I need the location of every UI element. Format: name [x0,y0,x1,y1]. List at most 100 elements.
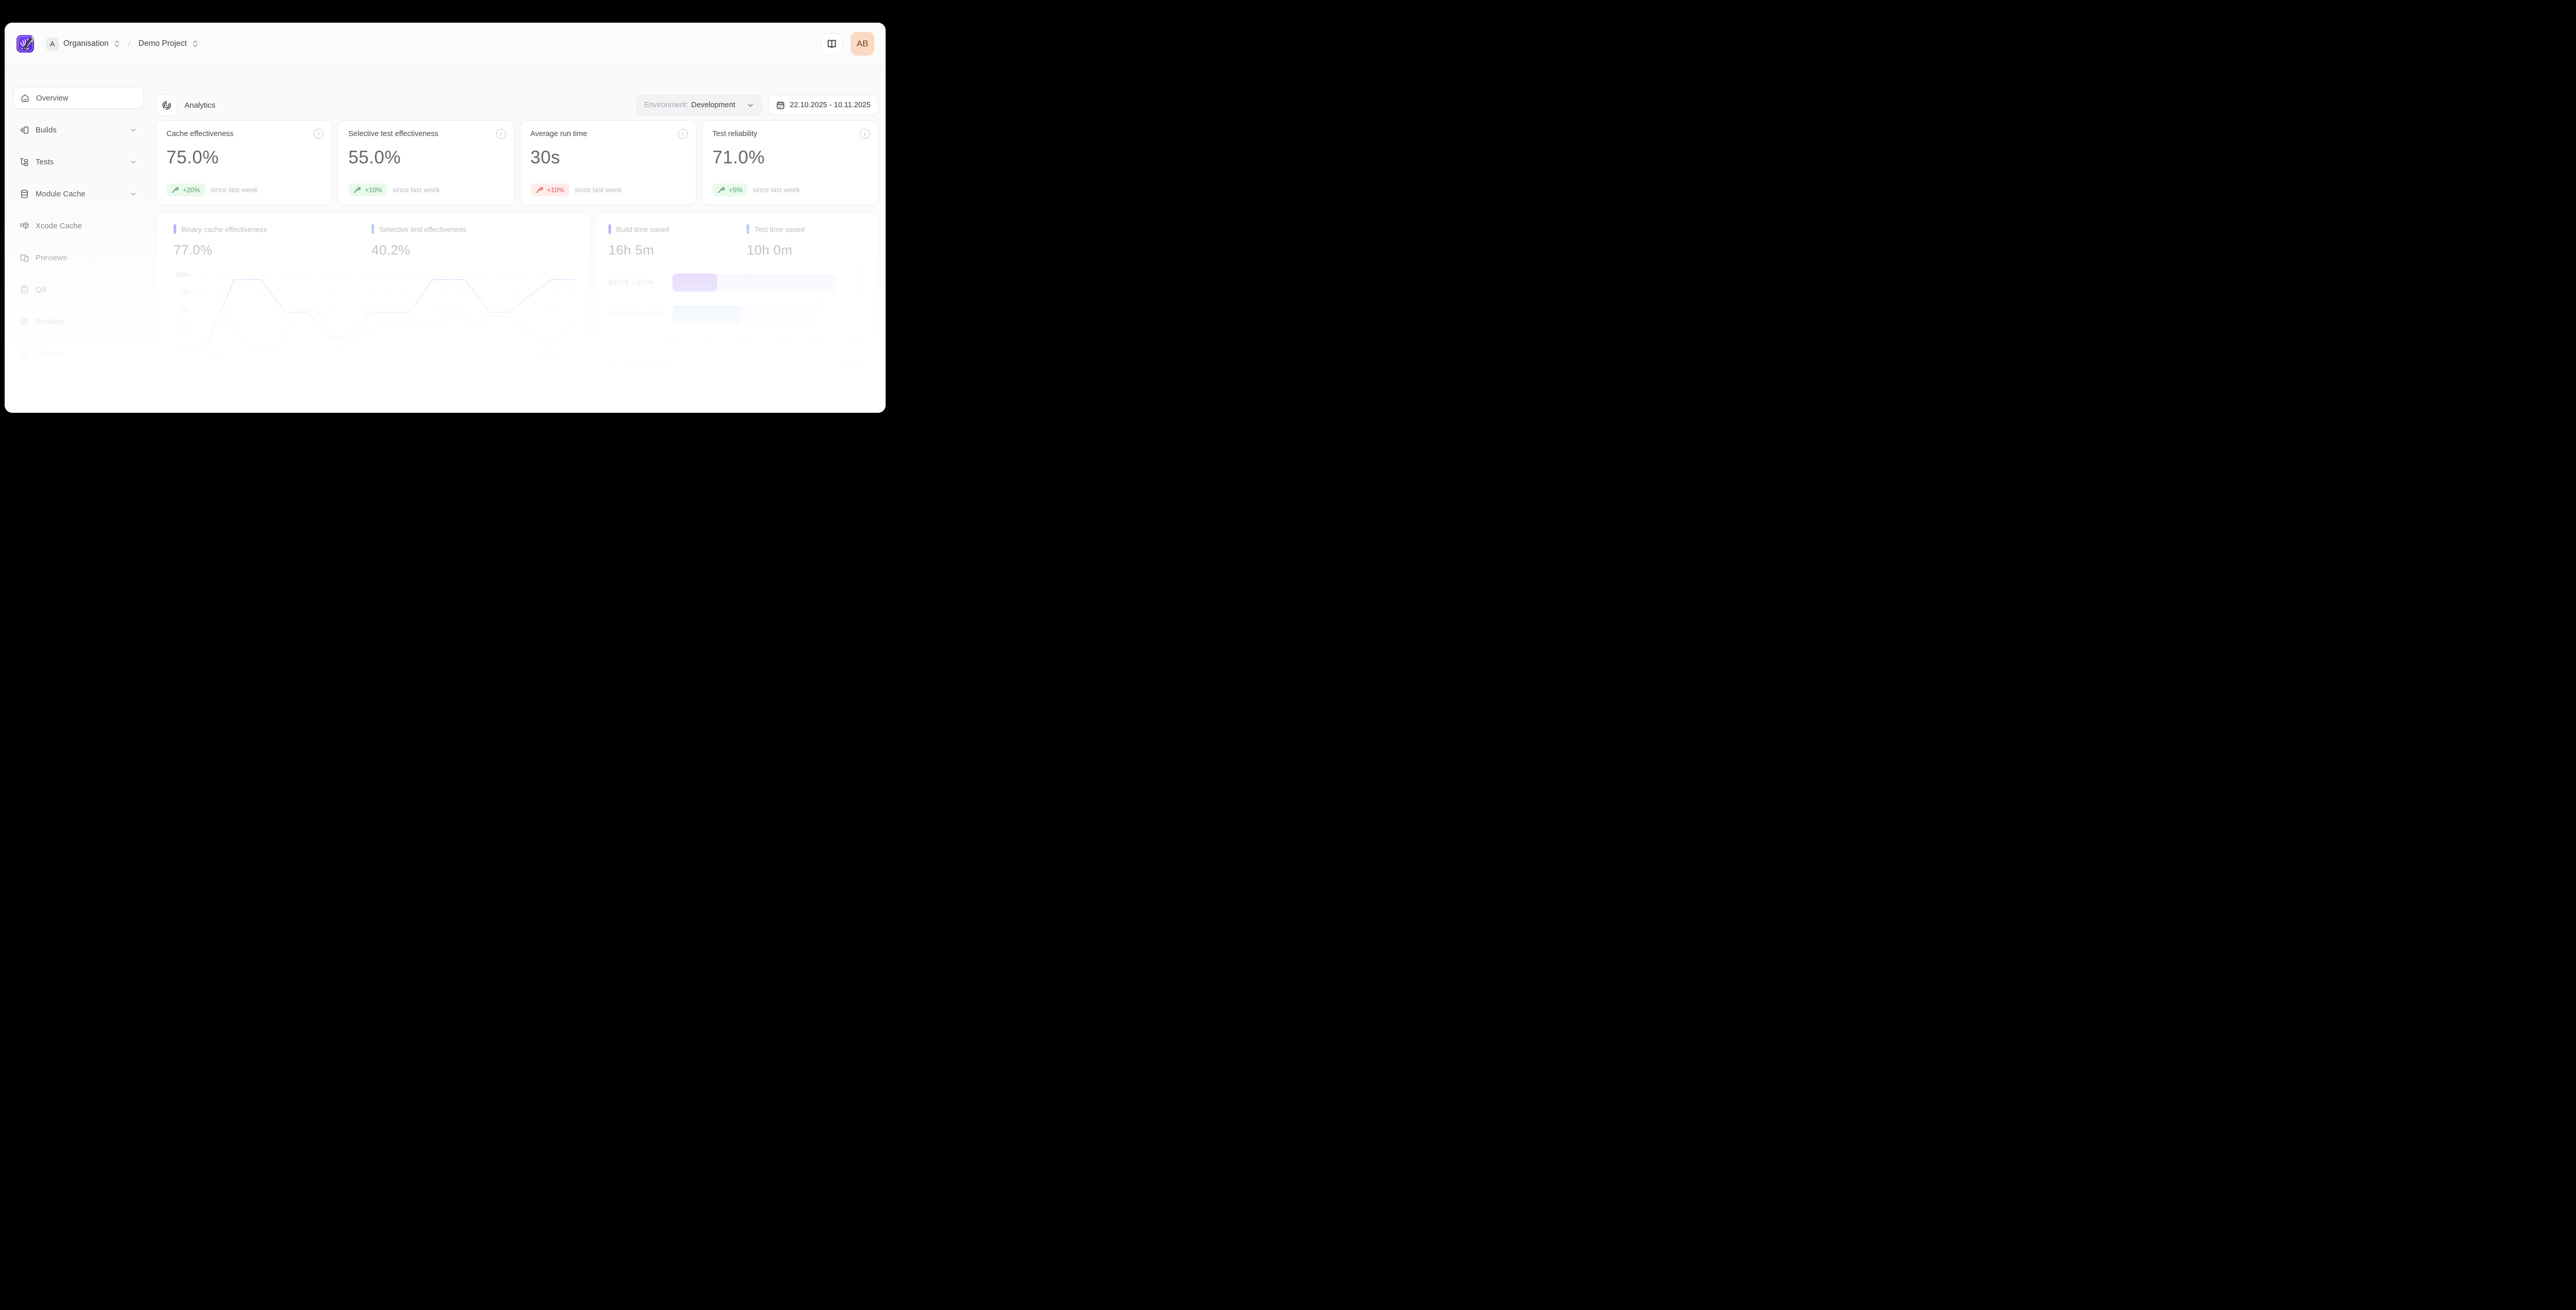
stat-title: Test reliability [713,130,868,138]
project-name: Demo Project [139,39,187,48]
date-range-picker[interactable]: 22.10.2025 - 10.11.2025 [768,95,878,115]
sidebar-item-label: QA [36,285,47,294]
environment-select[interactable]: Environment: Development [636,95,762,115]
stat-title: Average run time [531,130,686,138]
stat-card-test-reliability: Test reliability i 71.0% +5% since last … [702,120,878,205]
book-icon [826,39,837,49]
org-name: Organisation [63,39,109,48]
delta-badge: +10% [531,183,570,196]
bar-row-build-cache: Build Cache [608,274,865,292]
stat-title: Selective test effectiveness [348,130,503,138]
effectiveness-panel: Binary cache effectiveness 77.0% Selecti… [156,212,590,384]
trend-up-icon [536,187,544,193]
org-avatar: A [46,38,59,51]
legend-value: 10h 0m [747,242,804,258]
sidebar-item-xcode-cache[interactable]: Xcode Cache [13,215,144,237]
legend-swatch [747,224,749,234]
legend-actual-build-time: Actual build time 22h 10m [608,359,865,367]
analytics-header: Analytics Environment: Development 22.10… [156,94,878,116]
legend-value: 16h 5m [608,242,747,258]
clipboard-check-icon [20,285,29,295]
calendar-icon [776,100,785,110]
devices-icon [20,253,29,263]
project-switcher-icon[interactable] [192,40,199,48]
delta-badge: +20% [166,183,206,196]
legend-build-time-saved: Build time saved [608,224,747,234]
sidebar-item-tests[interactable]: Tests [13,151,144,173]
chevron-down-icon [129,126,137,134]
date-range-value: 22.10.2025 - 10.11.2025 [790,101,871,109]
trend-up-icon [353,187,361,193]
legend-swatch [608,224,611,234]
gear-icon [20,349,29,359]
sidebar-item-label: Bundles [36,317,63,326]
stat-note: since last week [393,186,440,194]
stat-value: 75.0% [166,147,321,168]
sidebar-item-label: Settings [36,349,63,358]
legend-binary-cache: Binary cache effectiveness [174,224,371,234]
stat-value: 30s [531,147,686,168]
svg-text:25%: 25% [179,325,190,332]
stat-value: 71.0% [713,147,868,168]
org-switcher-icon[interactable] [113,40,121,48]
sidebar-item-settings[interactable]: Settings [13,343,144,364]
legend-value: 40.2% [371,242,466,258]
stat-card-selective-test-effectiveness: Selective test effectiveness i 55.0% +10… [337,120,514,205]
legend-actual-test-time: Actual test time 19h 20m [608,375,865,383]
svg-text:Jan 21: Jan 21 [204,352,226,360]
user-avatar[interactable]: AB [851,32,874,56]
bar-fill [672,305,741,323]
stat-card-cache-effectiveness: Cache effectiveness i 75.0% +20% since l… [156,120,332,205]
svg-text:Jan 28: Jan 28 [538,352,560,360]
stat-note: since last week [574,186,622,194]
legend-selective-test: Selective test effectiveness [371,224,466,234]
svg-text:75%: 75% [179,289,190,296]
home-icon [20,93,30,103]
environment-label: Environment: [644,101,688,109]
sidebar-item-label: Tests [36,158,54,166]
legend-swatch [608,376,615,382]
trend-up-icon [718,187,725,193]
sidebar-item-label: Module Cache [36,190,86,198]
info-icon[interactable]: i [496,129,506,139]
legend-swatch [608,360,615,366]
chevron-down-icon [129,158,137,166]
info-icon[interactable]: i [860,129,870,139]
time-saved-bar-chart: Build Cache Selective Test [608,274,865,345]
sidebar-item-label: Overview [36,94,69,103]
delta-badge: +5% [713,183,748,196]
info-icon[interactable]: i [314,129,324,139]
docs-button[interactable] [821,33,842,55]
sidebar-item-qa[interactable]: QA [13,279,144,300]
environment-value: Development [691,101,735,109]
time-saved-panel: Build time saved 16h 5m Test time saved … [595,212,878,384]
sidebar-item-builds[interactable]: Builds [13,119,144,141]
legend-value: 77.0% [174,242,371,258]
sidebar-item-label: Previews [36,254,67,262]
stat-title: Cache effectiveness [166,130,321,138]
legend-swatch [174,224,176,234]
sidebar-item-module-cache[interactable]: Module Cache [13,183,144,205]
legend-swatch [371,224,374,234]
sidebar-item-overview[interactable]: Overview [13,87,144,109]
info-icon[interactable]: i [678,129,688,139]
sidebar-item-previews[interactable]: Previews [13,247,144,268]
topbar: A Organisation / Demo Project AB [5,23,886,65]
bar-row-selective-test: Selective Test [608,305,865,323]
chevron-down-icon [129,190,137,198]
tuist-logo-icon [16,33,37,54]
svg-text:0%: 0% [183,342,190,349]
sidebar-item-bundles[interactable]: Bundles [13,311,144,332]
bar-fill [672,274,717,292]
analytics-icon [156,94,177,116]
bundle-icon [20,317,29,327]
tests-icon [20,157,29,167]
delta-badge: +10% [348,183,387,196]
breadcrumb: A Organisation / Demo Project [46,38,199,51]
bar-axis-labels: 05h10h15h20h25h [672,337,856,345]
sidebar-item-label: Xcode Cache [36,222,82,230]
cube-icon [20,221,29,231]
stat-note: since last week [211,186,258,194]
breadcrumb-divider: / [128,39,131,49]
sidebar-item-label: Builds [36,126,57,135]
